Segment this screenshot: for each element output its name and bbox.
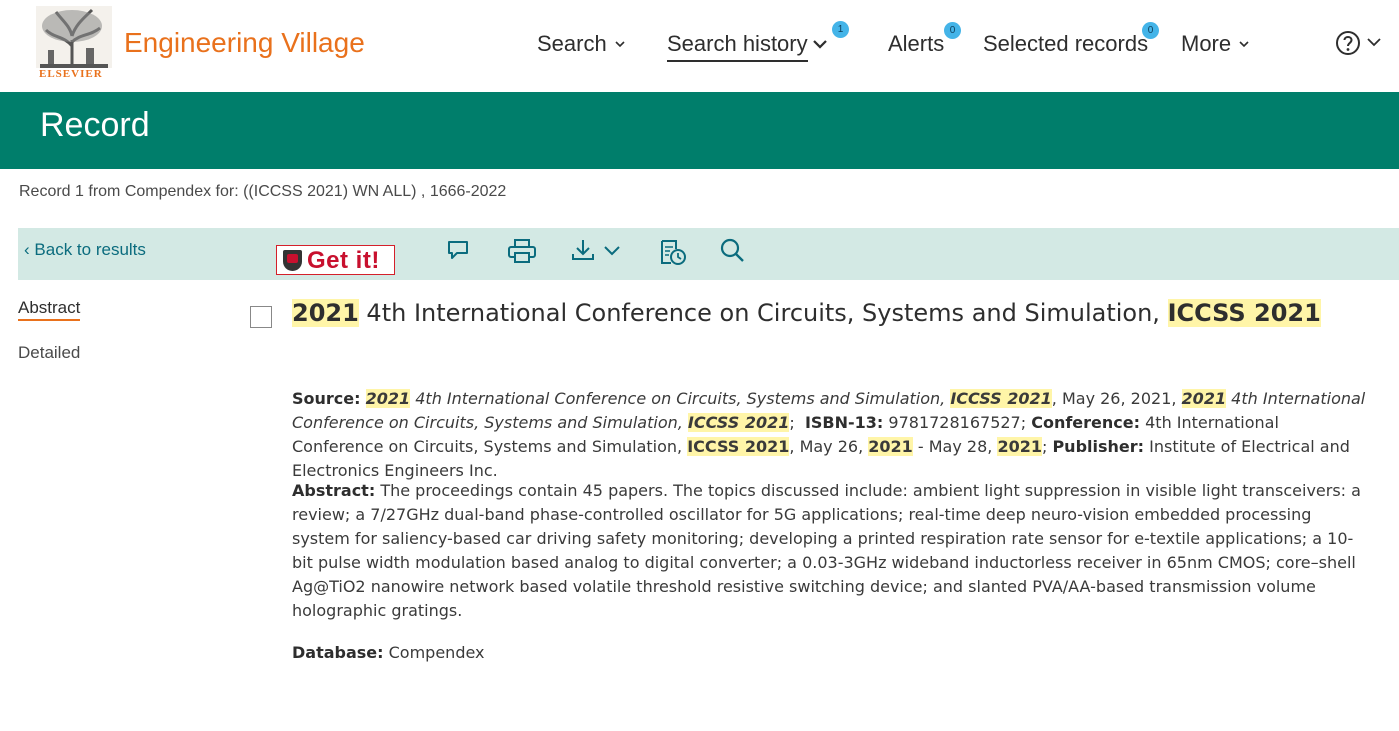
title-highlight-acronym: ICCSS 2021 (1167, 299, 1321, 327)
publisher-label: Publisher: (1052, 437, 1145, 456)
back-label: Back to results (34, 240, 146, 259)
get-it-button[interactable]: Get it! (276, 245, 395, 275)
source-text: 4th International Conference on Circuits… (410, 389, 951, 408)
page-title: Record (40, 106, 150, 144)
record-toolbar: ‹ Back to results Get it! (18, 228, 1399, 280)
source-label: Source: (292, 389, 361, 408)
conference-date: - May 28, (912, 437, 998, 456)
select-record-checkbox[interactable] (250, 306, 272, 328)
source-date: , May 26, 2021, (1051, 389, 1182, 408)
isbn-label: ISBN-13: (804, 413, 884, 432)
nav-alerts-label: Alerts (888, 31, 945, 56)
conference-date: , May 26, (789, 437, 869, 456)
help-icon[interactable] (1336, 30, 1386, 56)
nav-more[interactable]: More (1181, 31, 1249, 57)
record-context-line: Record 1 from Compendex for: ((ICCSS 202… (19, 183, 507, 200)
conference-highlight: 2021 (997, 437, 1042, 456)
chevron-down-icon (1239, 41, 1249, 48)
conference-highlight: ICCSS 2021 (687, 437, 790, 456)
shield-icon (283, 250, 302, 271)
conference-label: Conference: (1031, 413, 1141, 432)
save-to-history-icon[interactable] (659, 238, 687, 266)
nav-search-history[interactable]: Search history (667, 31, 808, 62)
title-text: 4th International Conference on Circuits… (358, 299, 1168, 327)
search-icon[interactable] (720, 238, 746, 264)
nav-history-label: Search history (667, 31, 808, 56)
nav-search[interactable]: Search (537, 31, 625, 57)
chevron-down-icon (615, 41, 625, 48)
nav-selected-records[interactable]: Selected records (983, 31, 1148, 57)
abstract-label: Abstract: (292, 481, 376, 500)
download-icon[interactable] (571, 238, 625, 264)
conference-highlight: 2021 (868, 437, 913, 456)
nav-alerts[interactable]: Alerts (888, 31, 944, 57)
chevron-left-icon: ‹ (24, 240, 30, 259)
isbn-value: 9781728167527; (883, 413, 1032, 432)
nav-selected-label: Selected records (983, 31, 1149, 56)
print-icon[interactable] (507, 238, 537, 264)
product-name[interactable]: Engineering Village (124, 27, 365, 59)
record-title: 2021 4th International Conference on Cir… (292, 299, 1321, 327)
top-navigation-bar: ELSEVIER Engineering Village Search Sear… (0, 0, 1399, 92)
comment-icon[interactable] (446, 238, 470, 262)
record-abstract: Abstract: The proceedings contain 45 pap… (292, 479, 1372, 623)
nav-search-label: Search (537, 31, 607, 56)
elsevier-wordmark: ELSEVIER (39, 68, 103, 80)
title-highlight-year: 2021 (292, 299, 359, 327)
selected-count-badge: 0 (1142, 22, 1159, 39)
back-to-results-link[interactable]: ‹ Back to results (24, 240, 146, 260)
record-database: Database: Compendex (292, 643, 485, 662)
chevron-down-icon[interactable] (812, 38, 828, 50)
record-side-nav: Abstract Detailed (18, 298, 80, 385)
page-header-band: Record (0, 92, 1399, 169)
abstract-text: The proceedings contain 45 papers. The t… (292, 481, 1361, 620)
source-highlight: 2021 (365, 389, 411, 408)
nav-more-label: More (1181, 31, 1232, 56)
database-label: Database: (292, 643, 384, 662)
source-highlight: ICCSS 2021 (950, 389, 1052, 408)
source-highlight: 2021 (1181, 389, 1227, 408)
history-count-badge: 1 (832, 21, 849, 38)
tab-detailed[interactable]: Detailed (18, 343, 80, 363)
database-value: Compendex (383, 643, 485, 662)
alerts-count-badge: 0 (944, 22, 961, 39)
tab-abstract[interactable]: Abstract (18, 298, 81, 321)
get-it-label: Get it! (307, 247, 380, 274)
source-highlight: ICCSS 2021 (687, 413, 790, 432)
record-metadata: Source: 2021 4th International Conferenc… (292, 389, 1366, 480)
